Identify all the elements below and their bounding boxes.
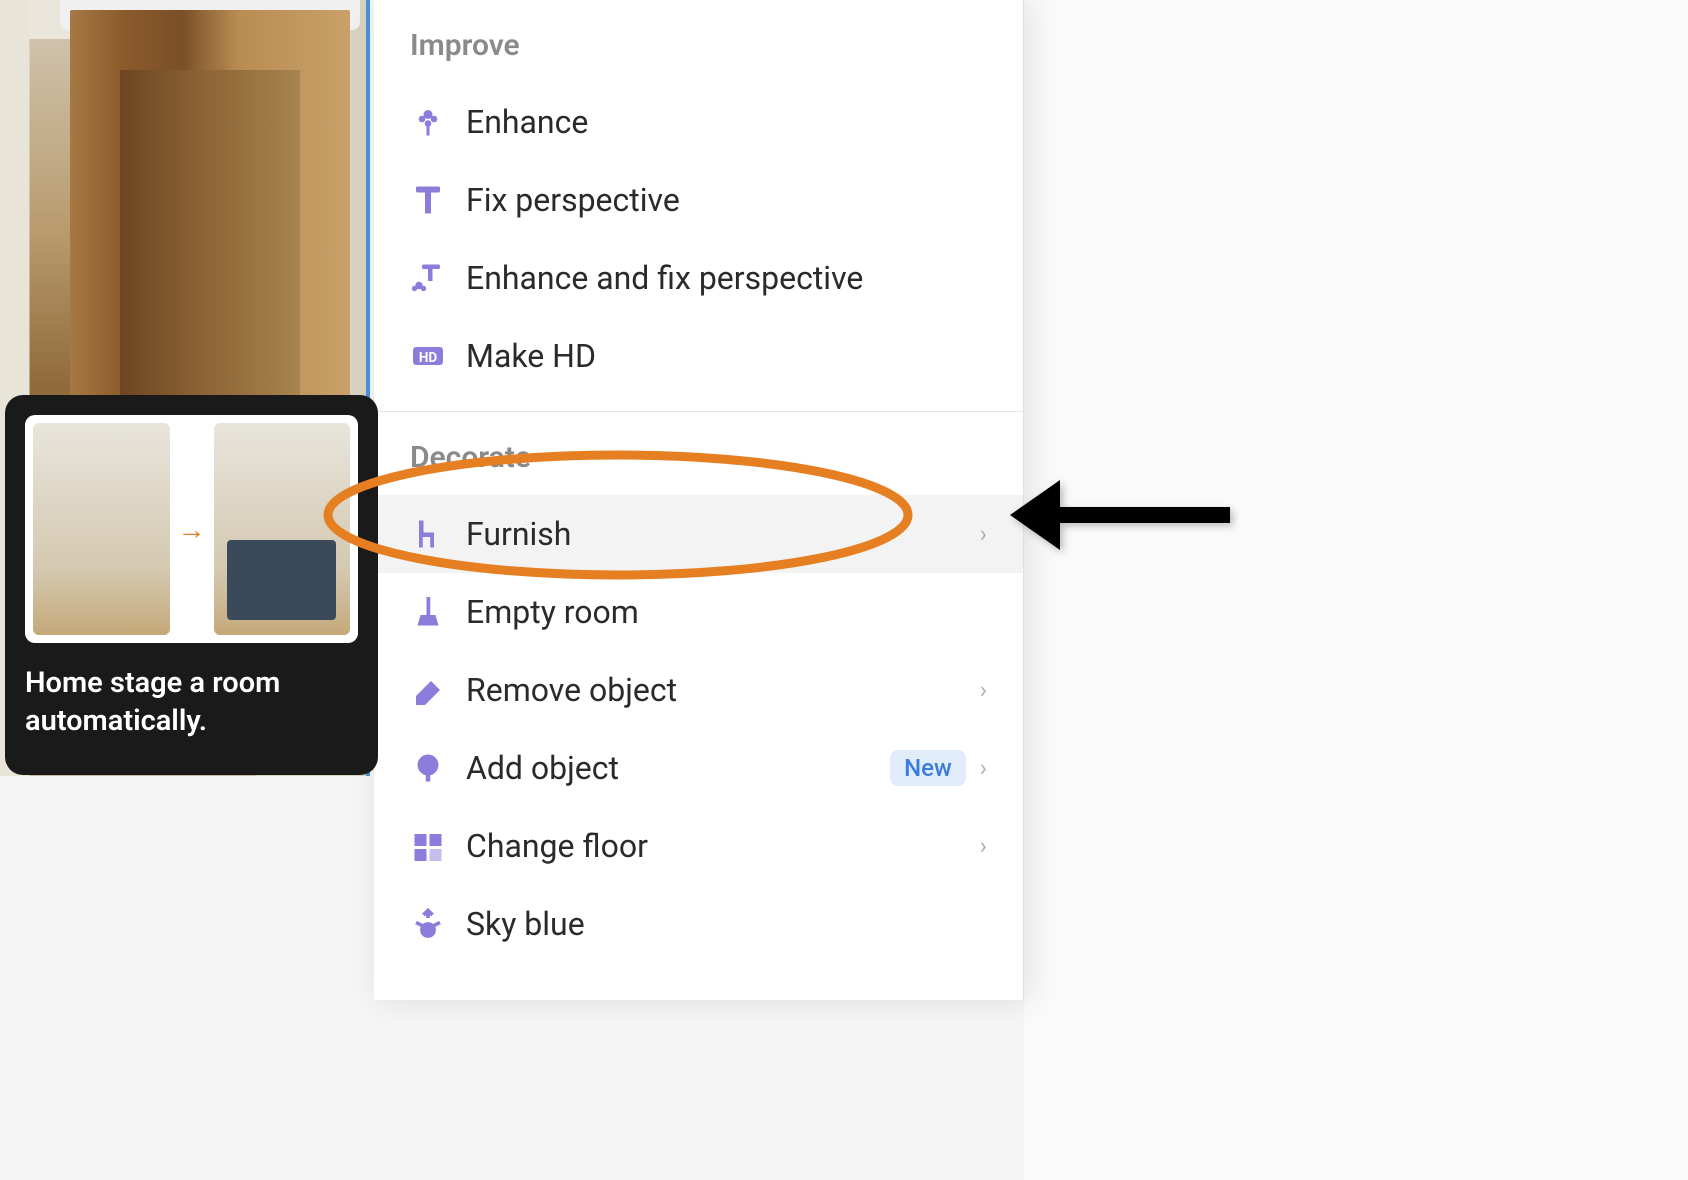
arrow-right-icon: → bbox=[178, 513, 206, 546]
menu-label: Empty room bbox=[466, 593, 987, 631]
menu-label: Make HD bbox=[466, 337, 987, 375]
menu-item-fix-perspective[interactable]: Fix perspective bbox=[374, 161, 1023, 239]
broom-icon bbox=[410, 594, 446, 630]
tree-icon bbox=[410, 750, 446, 786]
section-header-improve: Improve bbox=[374, 0, 1023, 83]
chevron-right-icon: › bbox=[980, 676, 987, 704]
menu-item-sky-blue[interactable]: Sky blue bbox=[374, 885, 1023, 963]
chevron-right-icon: › bbox=[980, 520, 987, 548]
flower-perspective-icon bbox=[410, 260, 446, 296]
floor-icon bbox=[410, 828, 446, 864]
background-area bbox=[1024, 0, 1688, 1180]
menu-label: Change floor bbox=[466, 827, 980, 865]
tooltip-text: Home stage a room automatically. bbox=[25, 665, 358, 740]
menu-item-remove-object[interactable]: Remove object › bbox=[374, 651, 1023, 729]
menu-label: Add object bbox=[466, 749, 890, 787]
chevron-right-icon: › bbox=[980, 832, 987, 860]
tooltip-after-image bbox=[214, 423, 351, 635]
hd-icon: HD bbox=[410, 338, 446, 374]
menu-label: Sky blue bbox=[466, 905, 987, 943]
chevron-right-icon: › bbox=[980, 754, 987, 782]
menu-label: Enhance bbox=[466, 103, 987, 141]
menu-label: Enhance and fix perspective bbox=[466, 259, 987, 297]
menu-item-enhance[interactable]: Enhance bbox=[374, 83, 1023, 161]
menu-item-empty-room[interactable]: Empty room bbox=[374, 573, 1023, 651]
menu-item-enhance-fix[interactable]: Enhance and fix perspective bbox=[374, 239, 1023, 317]
tooltip-before-image bbox=[33, 423, 170, 635]
menu-label: Remove object bbox=[466, 671, 980, 709]
menu-item-make-hd[interactable]: HD Make HD bbox=[374, 317, 1023, 395]
eraser-icon bbox=[410, 672, 446, 708]
sun-icon bbox=[410, 906, 446, 942]
svg-text:HD: HD bbox=[419, 350, 438, 366]
chair-icon bbox=[410, 516, 446, 552]
menu-label: Fix perspective bbox=[466, 181, 987, 219]
menu-item-add-object[interactable]: Add object New › bbox=[374, 729, 1023, 807]
section-header-decorate: Decorate bbox=[374, 412, 1023, 495]
new-badge: New bbox=[890, 750, 966, 786]
menu-item-furnish[interactable]: Furnish › bbox=[374, 495, 1023, 573]
flower-icon bbox=[410, 104, 446, 140]
menu-label: Furnish bbox=[466, 515, 980, 553]
menu-item-change-floor[interactable]: Change floor › bbox=[374, 807, 1023, 885]
tooltip-card: → Home stage a room automatically. bbox=[5, 395, 378, 775]
actions-menu: Improve Enhance Fix perspective Enhance … bbox=[374, 0, 1024, 1000]
tooltip-preview-images: → bbox=[25, 415, 358, 643]
perspective-icon bbox=[410, 182, 446, 218]
